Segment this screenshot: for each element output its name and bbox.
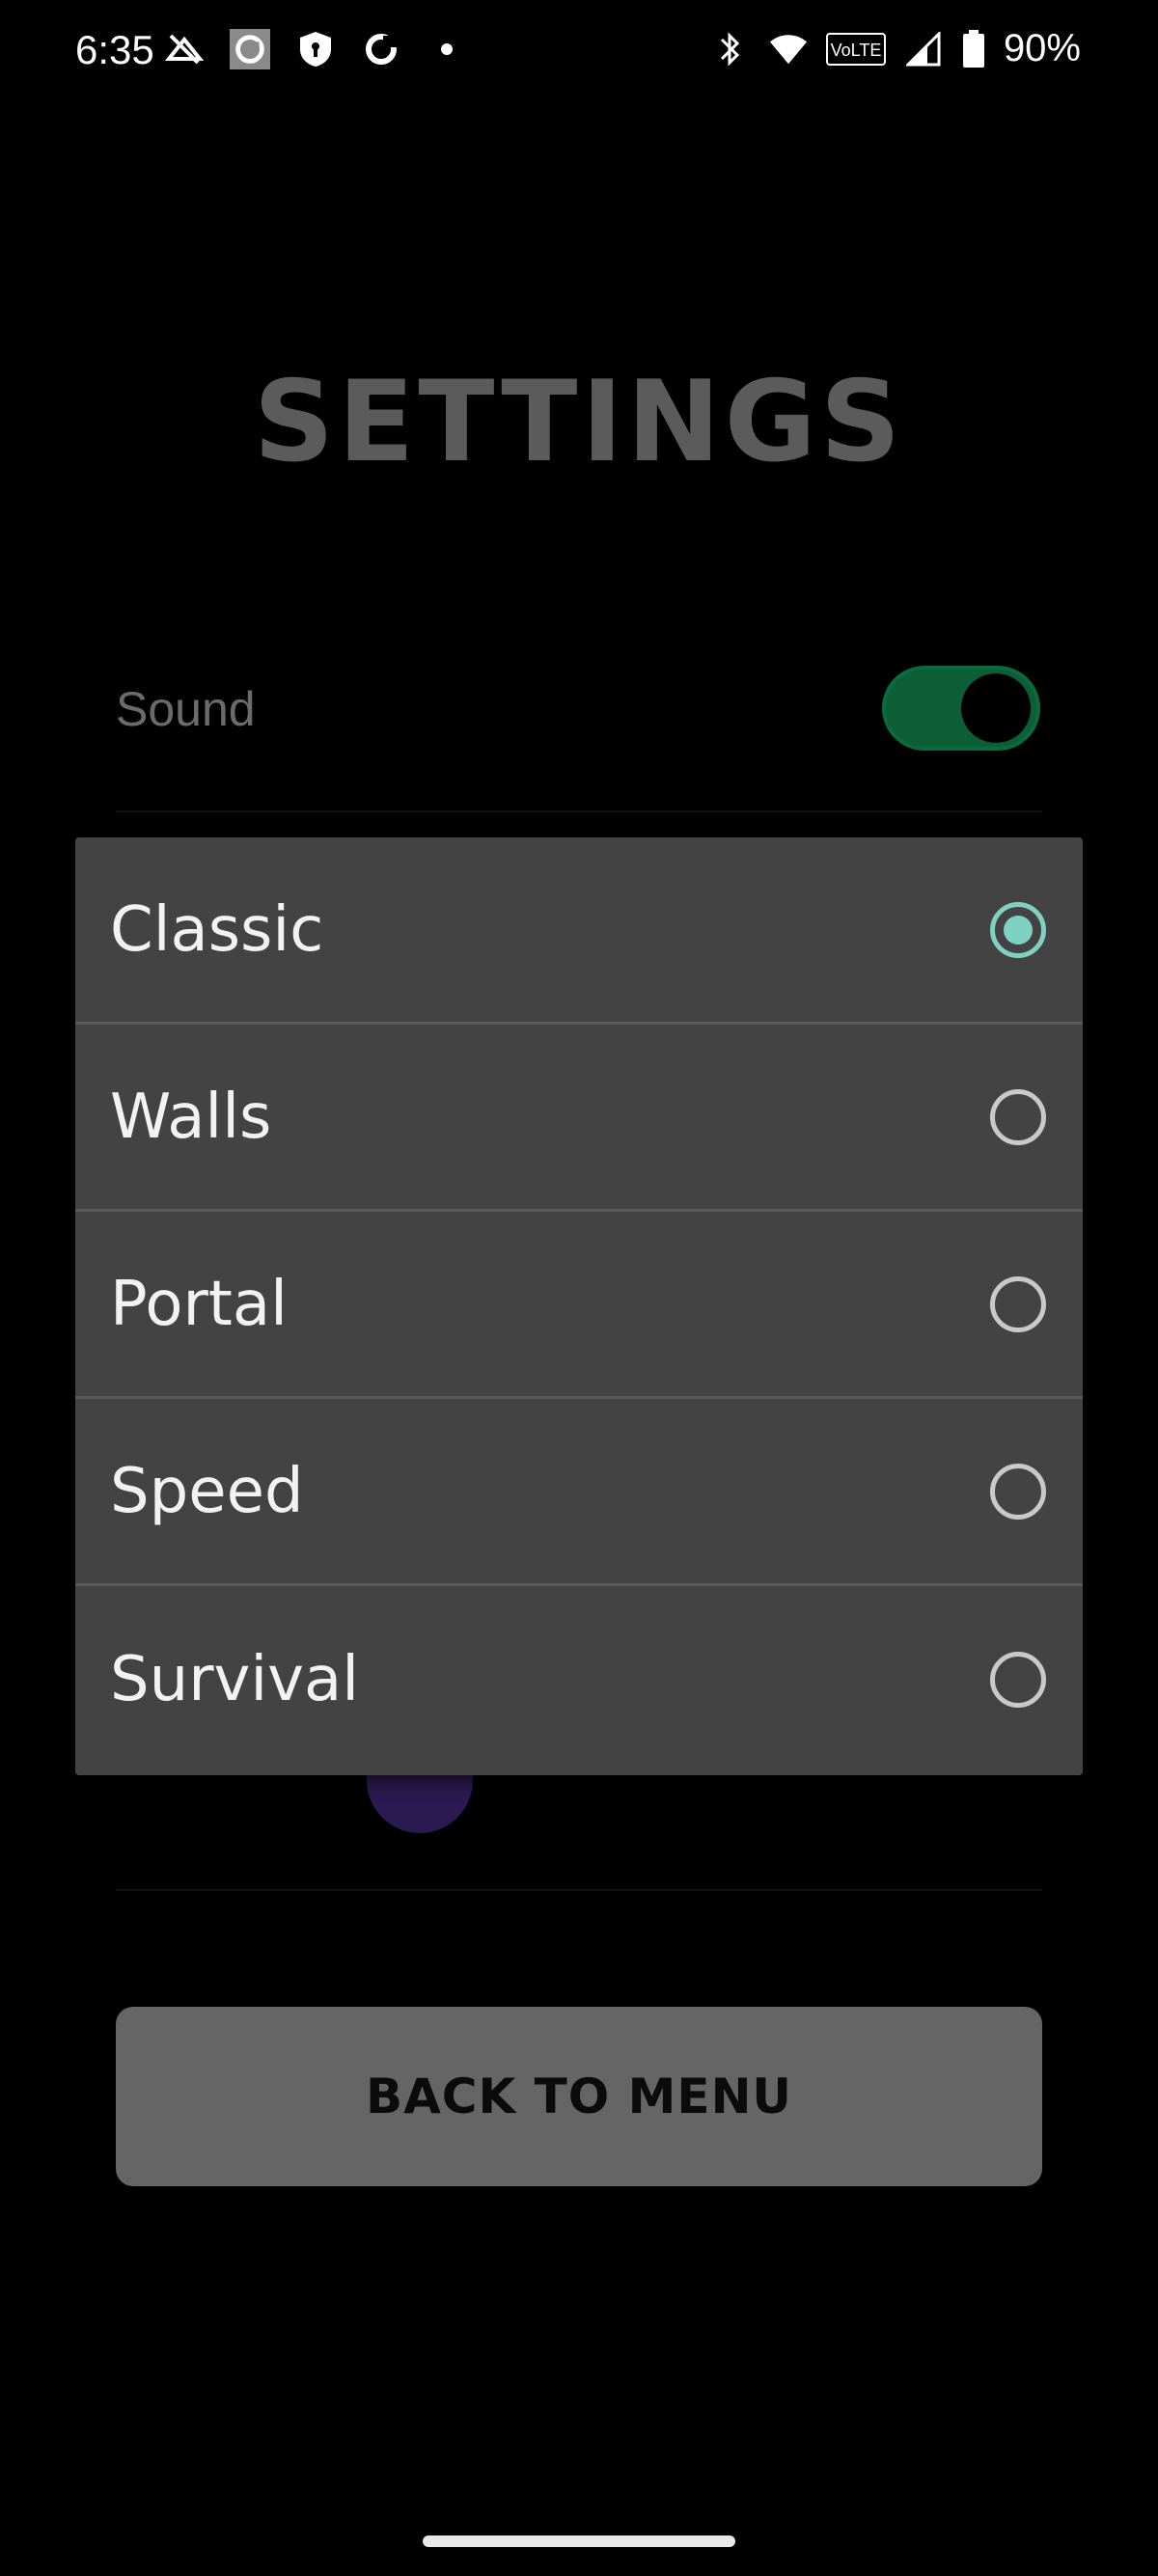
cell-signal-icon (903, 29, 944, 69)
toggle-knob (961, 673, 1031, 743)
option-walls[interactable]: Walls (75, 1025, 1083, 1212)
option-label: Portal (110, 1268, 288, 1340)
app-badge-icon (230, 29, 270, 69)
status-bar: 6:35 VoLTE 90% (0, 0, 1158, 106)
option-label: Classic (110, 893, 324, 966)
signal-off-icon (164, 29, 205, 69)
option-label: Survival (110, 1644, 360, 1715)
option-label: Walls (110, 1081, 272, 1153)
divider (116, 810, 1042, 812)
dot-icon (427, 29, 467, 69)
page-title: SETTINGS (253, 357, 905, 487)
radio-unselected-icon[interactable] (990, 1088, 1046, 1145)
sound-label: Sound (116, 682, 256, 736)
status-icons-left (164, 29, 467, 69)
radio-unselected-icon[interactable] (990, 1275, 1046, 1332)
divider (116, 1889, 1042, 1891)
radio-selected-icon[interactable] (990, 901, 1046, 958)
option-portal[interactable]: Portal (75, 1212, 1083, 1399)
bluetooth-icon (710, 29, 751, 69)
sync-icon (361, 29, 401, 69)
back-to-menu-button[interactable]: BACK TO MENU (116, 2007, 1042, 2186)
sound-toggle[interactable] (882, 666, 1040, 751)
status-time: 6:35 (75, 27, 154, 72)
battery-icon (961, 29, 986, 69)
mode-dropdown-menu: Classic Walls Portal Speed Survival (75, 837, 1083, 1775)
battery-percent: 90% (1003, 27, 1081, 69)
shield-icon (295, 29, 336, 69)
home-indicator[interactable] (423, 2535, 735, 2547)
option-classic[interactable]: Classic (75, 837, 1083, 1025)
radio-unselected-icon[interactable] (990, 1652, 1046, 1708)
option-survival[interactable]: Survival (75, 1586, 1083, 1773)
volte-icon: VoLTE (825, 29, 886, 69)
option-label: Speed (110, 1455, 304, 1527)
wifi-icon (768, 29, 809, 69)
radio-unselected-icon[interactable] (990, 1463, 1046, 1520)
status-icons-right: VoLTE 90% (710, 27, 1081, 70)
volte-text: VoLTE (831, 41, 882, 60)
option-speed[interactable]: Speed (75, 1399, 1083, 1586)
